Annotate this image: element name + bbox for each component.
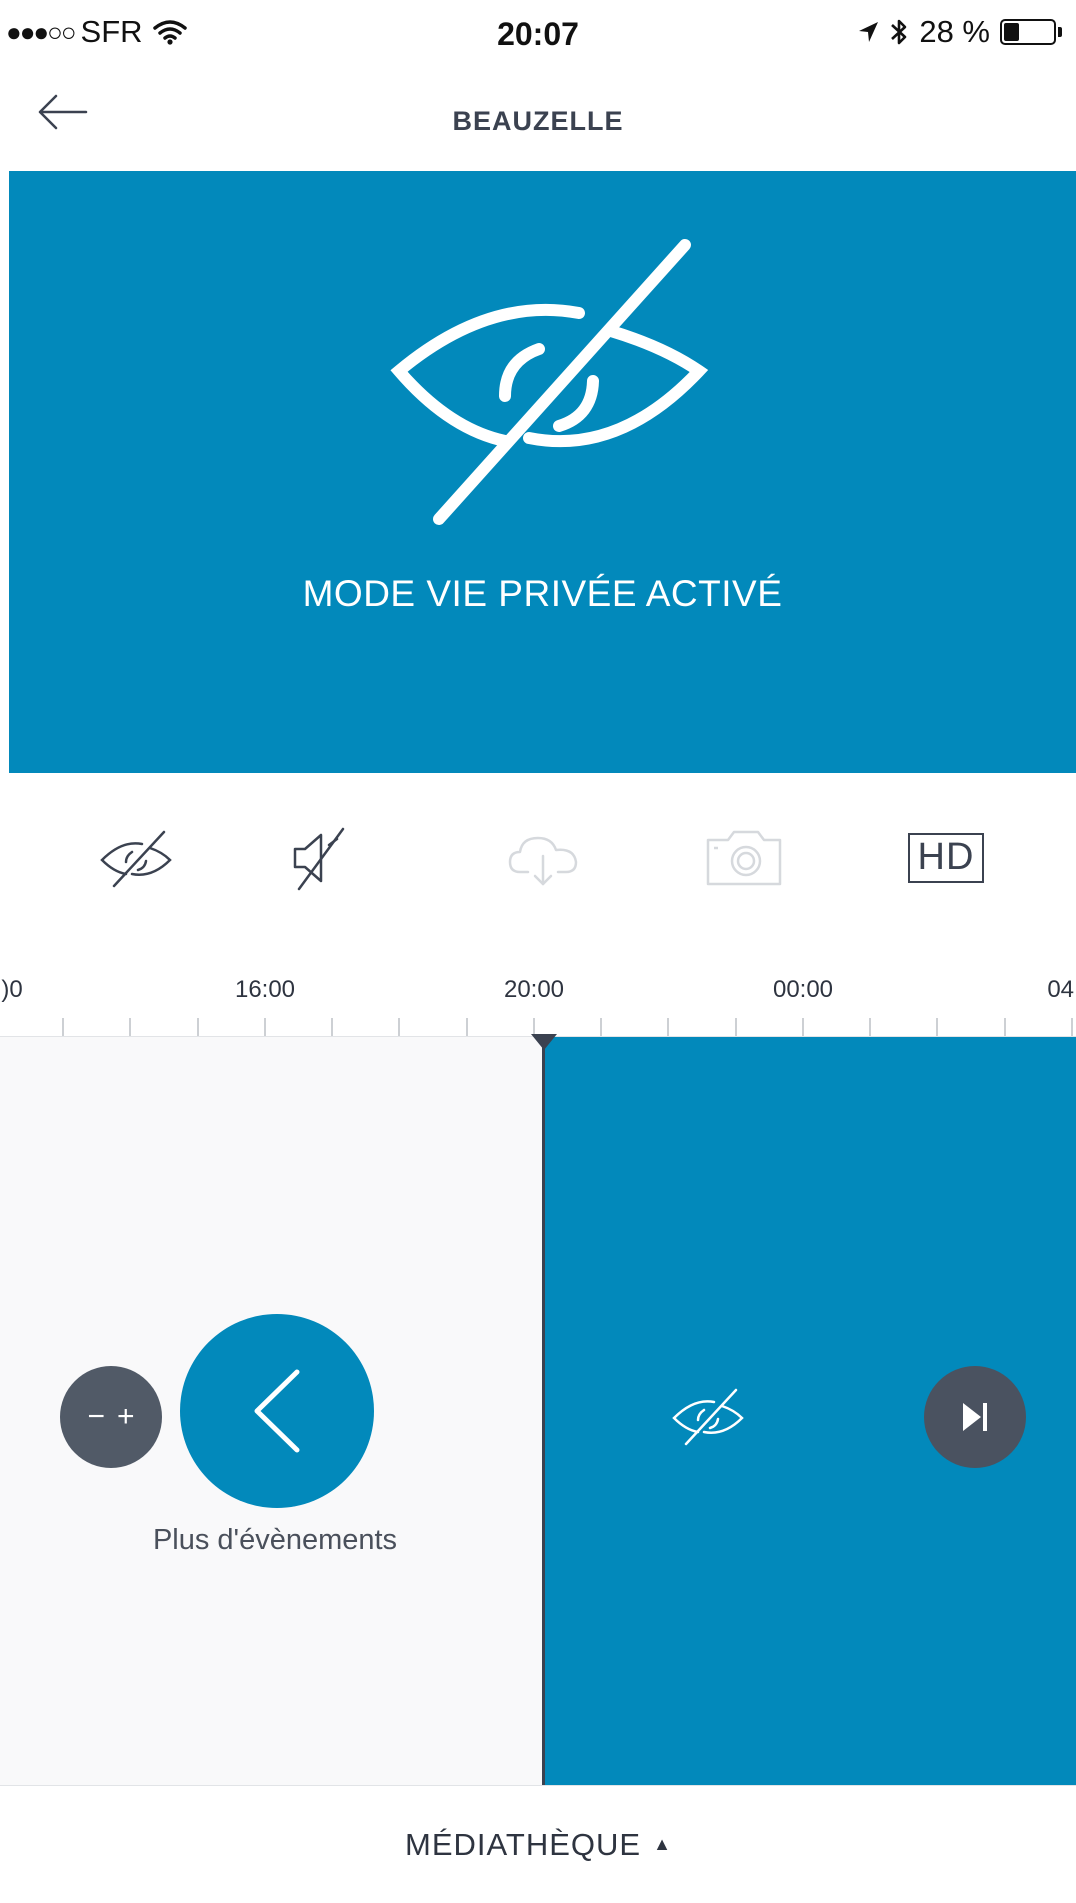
privacy-mode-message: MODE VIE PRIVÉE ACTIVÉ xyxy=(302,573,783,614)
camera-toolbar: HD xyxy=(0,800,1076,920)
caret-up-icon: ▲ xyxy=(653,1834,671,1854)
timeline-label: 20:00 xyxy=(503,976,565,1003)
hd-label: HD xyxy=(907,833,985,883)
timeline-tick xyxy=(802,1018,804,1036)
privacy-mode-panel: MODE VIE PRIVÉE ACTIVÉ xyxy=(9,171,1076,773)
timeline-tick xyxy=(331,1018,333,1036)
timeline-tick xyxy=(869,1018,871,1036)
page-title: BEAUZELLE xyxy=(452,106,624,136)
timeline-tick xyxy=(398,1018,400,1036)
timeline-tick xyxy=(1004,1018,1006,1036)
skip-forward-icon xyxy=(963,1403,987,1431)
timeline-label: 00:00 xyxy=(772,976,834,1003)
timeline-tick xyxy=(667,1018,669,1036)
eye-slash-icon xyxy=(390,239,709,525)
timeline-label: 04: xyxy=(1047,976,1076,1003)
more-events-button[interactable] xyxy=(180,1314,374,1508)
chevron-left-icon xyxy=(254,1369,300,1453)
nav-bar: BEAUZELLE xyxy=(0,72,1076,170)
zoom-button[interactable]: − + xyxy=(60,1366,162,1468)
battery-icon xyxy=(1000,19,1056,45)
cloud-download-button[interactable] xyxy=(494,818,594,898)
timeline-tick xyxy=(466,1018,468,1036)
bluetooth-icon xyxy=(891,19,907,45)
location-arrow-icon xyxy=(859,22,879,42)
timeline-tick xyxy=(1071,1018,1073,1036)
eye-slash-icon xyxy=(100,830,172,888)
media-library-button[interactable]: MÉDIATHÈQUE ▲ xyxy=(0,1786,1076,1903)
snapshot-button[interactable] xyxy=(694,818,794,898)
more-events-label: Plus d'évènements xyxy=(152,1524,398,1556)
timeline-tick xyxy=(936,1018,938,1036)
speaker-muted-icon xyxy=(293,827,345,891)
zoom-in-label: + xyxy=(117,1400,135,1433)
zoom-out-label: − xyxy=(87,1400,105,1433)
timeline-tick xyxy=(600,1018,602,1036)
timeline-tick xyxy=(62,1018,64,1036)
skip-to-live-button[interactable] xyxy=(924,1366,1026,1468)
eye-slash-icon xyxy=(672,1388,744,1446)
battery-tip xyxy=(1058,27,1062,37)
timeline-label: )0 xyxy=(1,976,23,1003)
current-time-marker xyxy=(531,1034,557,1050)
timeline-tick xyxy=(735,1018,737,1036)
hd-toggle-button[interactable]: HD xyxy=(896,818,996,898)
timeline-tick xyxy=(264,1018,266,1036)
timeline-tick xyxy=(197,1018,199,1036)
status-right: 28 % xyxy=(847,14,1062,50)
sound-toggle-button[interactable] xyxy=(270,818,370,898)
battery-percent: 28 % xyxy=(919,14,990,49)
current-time-line xyxy=(542,1037,545,1785)
privacy-toggle-button[interactable] xyxy=(86,818,186,898)
media-library-label: MÉDIATHÈQUE xyxy=(405,1826,642,1862)
status-bar: ●●●○○ SFR 20:07 28 % xyxy=(0,0,1076,72)
cloud-download-icon xyxy=(508,836,578,886)
timeline-label: 16:00 xyxy=(234,976,296,1003)
camera-icon xyxy=(706,830,782,886)
timeline-tick xyxy=(129,1018,131,1036)
timeline-ruler[interactable]: )0 16:00 20:00 00:00 04: xyxy=(0,958,1076,1038)
